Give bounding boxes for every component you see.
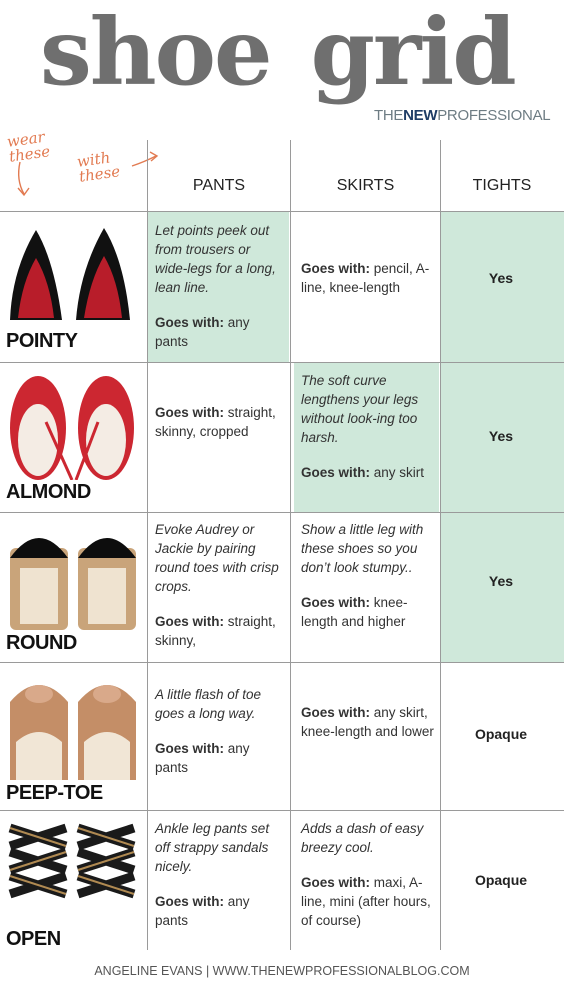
row-label-open: OPEN xyxy=(6,928,61,950)
open-skirts-cell: Adds a dash of easy breezy cool. Goes wi… xyxy=(301,821,431,928)
footer-credit: ANGELINE EVANS | WWW.THENEWPROFESSIONALB… xyxy=(94,964,470,978)
round-shoe-image xyxy=(10,538,136,630)
almond-skirts-cell: The soft curve lengthens your legs witho… xyxy=(301,373,425,480)
almond-shoe-image xyxy=(10,376,134,480)
grid-hline-4 xyxy=(0,662,564,663)
row-label-pointy: POINTY xyxy=(6,330,78,352)
grid-vline-1 xyxy=(147,140,148,950)
pointy-tights: Yes xyxy=(488,270,514,286)
grid-hline-3 xyxy=(0,512,564,513)
grid-hline-1 xyxy=(0,211,564,212)
round-pants-cell: Evoke Audrey or Jackie by pairing round … xyxy=(155,522,279,648)
header-pants: PANTS xyxy=(192,177,246,194)
brand-professional: PROFESSIONAL xyxy=(437,107,551,124)
brand-new: NEW xyxy=(403,107,438,124)
header-tights: TIGHTS xyxy=(472,177,532,194)
almond-tights: Yes xyxy=(488,428,514,444)
peep-toe-pants-cell: A little flash of toe goes a long way. G… xyxy=(155,687,262,775)
pointy-skirts-cell: Goes with: pencil, A-line, knee-length xyxy=(301,261,430,295)
grid-vline-2 xyxy=(290,140,291,950)
almond-pants-cell: Goes with: straight, skinny, cropped xyxy=(155,405,276,439)
row-label-round: ROUND xyxy=(6,632,77,654)
title-word-grid: grid xyxy=(310,0,517,106)
grid-hline-2 xyxy=(0,362,564,363)
row-label-peep-toe: PEEP-TOE xyxy=(6,782,103,804)
open-sandal-image xyxy=(8,823,136,899)
pointy-pants-cell: Let points peek out from trousers or wid… xyxy=(155,223,276,349)
open-pants-cell: Ankle leg pants set off strappy sandals … xyxy=(155,821,270,928)
arrow-right-icon xyxy=(131,151,159,167)
row-label-almond: ALMOND xyxy=(6,481,91,503)
round-tights: Yes xyxy=(488,573,514,589)
brand-the: THE xyxy=(374,107,404,124)
header-skirts: SKIRTS xyxy=(336,177,395,194)
arrow-down-icon xyxy=(17,161,30,197)
grid-vline-3 xyxy=(440,140,441,950)
peep-toe-tights: Opaque xyxy=(474,726,528,742)
grid-hline-5 xyxy=(0,810,564,811)
page-title: shoe grid xyxy=(40,6,517,98)
peep-toe-skirts-cell: Goes with: any skirt, knee-length and lo… xyxy=(301,705,434,739)
brand-logo: THENEWPROFESSIONAL xyxy=(374,107,551,124)
round-skirts-cell: Show a little leg with these shoes so yo… xyxy=(301,522,424,629)
title-word-shoe: shoe xyxy=(40,0,273,106)
handwritten-with-these: with these xyxy=(75,148,122,186)
pointy-shoe-image xyxy=(10,228,130,320)
peep-toe-shoe-image xyxy=(10,685,136,780)
open-tights: Opaque xyxy=(474,872,528,888)
